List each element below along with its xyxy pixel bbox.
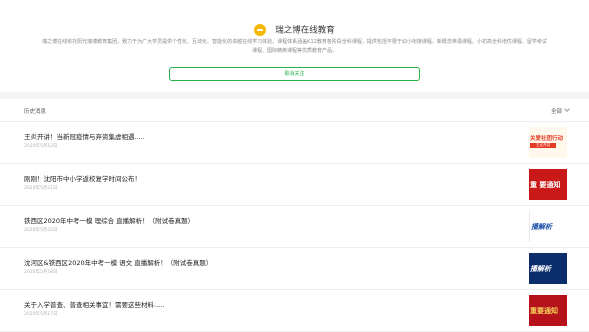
thumbnail-text: 播解析	[531, 223, 552, 231]
unfollow-button[interactable]: 取消关注	[169, 67, 420, 81]
article-thumbnail: 重 要通知	[529, 169, 567, 200]
chevron-down-icon	[564, 106, 570, 112]
section-divider	[0, 92, 589, 99]
article-thumbnail: 关爱社团行动 王炎开讲	[529, 127, 567, 158]
thumbnail-subtext: 王炎开讲	[530, 143, 556, 148]
article-thumbnail: 播解析	[529, 253, 567, 284]
bear-logo-icon	[254, 23, 267, 36]
article-title: 刚刚！沈阳市中小学返校复学时间公布！	[24, 175, 141, 183]
filter-dropdown[interactable]: 全部	[550, 106, 570, 115]
thumbnail-text: 重 要通知	[530, 181, 561, 189]
article-title: 铁西区2020年中考一模 理综合 直播解析！（附试卷真题）	[24, 217, 195, 225]
history-title: 历史消息	[24, 109, 47, 115]
article-title: 沈河区&铁西区2020年中考一模 语文 直播解析！（附试卷真题）	[24, 259, 213, 267]
article-thumbnail: 播解析	[529, 211, 568, 242]
brand: 瑞之博在线教育	[0, 19, 589, 36]
article-date: 2020年5月12日	[24, 144, 58, 149]
thumbnail-text: 播解析	[530, 265, 551, 273]
article-item[interactable]: 铁西区2020年中考一模 理综合 直播解析！（附试卷真题） 2020年5月22日…	[0, 206, 589, 248]
article-date: 2020年5月17日	[24, 312, 58, 317]
account-name: 瑞之博在线教育	[275, 25, 335, 36]
article-title: 关于入学普查、普查相关事宜！需要这些材料.....	[24, 301, 165, 309]
article-date: 2020年5月22日	[24, 228, 58, 233]
article-date: 2020年5月18日	[24, 270, 58, 275]
article-date: 2020年5月21日	[24, 186, 58, 191]
account-intro: 瑞之博在线依托阳光瑞博教育集团，致力于为广大学员提供个性化、互动化、智能化的卓越…	[42, 39, 547, 54]
account-header: 瑞之博在线教育 瑞之博在线依托阳光瑞博教育集团，致力于为广大学员提供个性化、互动…	[0, 0, 589, 92]
article-item[interactable]: 王炎开讲！当新冠疫情与弃资集虚相遇..... 2020年5月12日 关爱社团行动…	[0, 122, 589, 164]
article-title: 王炎开讲！当新冠疫情与弃资集虚相遇.....	[24, 133, 145, 141]
article-item[interactable]: 刚刚！沈阳市中小学返校复学时间公布！ 2020年5月21日 重 要通知	[0, 164, 589, 206]
thumbnail-text: 重要通知	[530, 307, 558, 315]
article-item[interactable]: 沈河区&铁西区2020年中考一模 语文 直播解析！（附试卷真题） 2020年5月…	[0, 248, 589, 290]
thumbnail-text: 关爱社团行动	[530, 136, 564, 142]
article-thumbnail: 重要通知	[529, 295, 567, 326]
history-header: 历史消息 全部	[0, 99, 589, 122]
filter-label: 全部	[550, 109, 562, 115]
